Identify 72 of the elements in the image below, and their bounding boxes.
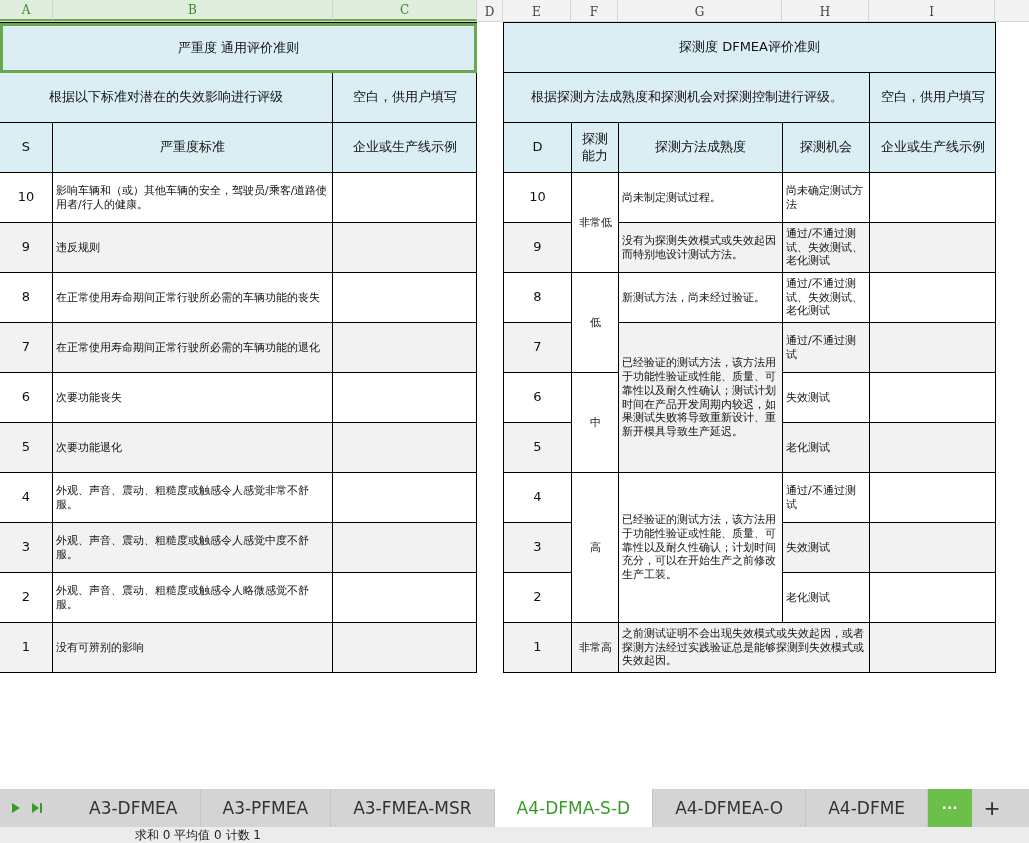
rating-cell: 9 [0,223,53,273]
column-heading: 企业或生产线示例 [333,123,477,173]
rating-cell: 2 [0,573,53,623]
rating-cell: 10 [0,173,53,223]
table-note: 空白，供用户填写 [333,73,477,123]
rating-cell: 9 [504,223,572,273]
rating-cell: 5 [0,423,53,473]
criteria-cell: 外观、声音、震动、粗糙度或触感令人感觉非常不舒服。 [53,473,333,523]
add-sheet-button[interactable]: + [972,789,1013,827]
status-text: 求和 0 平均值 0 计数 1 [135,826,261,843]
opportunity-cell: 通过/不通过测试 [783,473,870,523]
opportunity-cell: 通过/不通过测试 [783,323,870,373]
column-heading: 严重度标准 [53,123,333,173]
ability-cell: 中 [572,373,619,473]
rating-cell: 7 [0,323,53,373]
criteria-cell: 次要功能丧失 [53,373,333,423]
criteria-cell: 在正常使用寿命期间正常行驶所必需的车辆功能的丧失 [53,273,333,323]
column-heading: 探测方法成熟度 [619,123,783,173]
column-heading: 探测能力 [572,123,619,173]
rating-cell: 2 [504,573,572,623]
opportunity-cell: 失效测试 [783,523,870,573]
rating-cell: 4 [504,473,572,523]
table-title: 严重度 通用评价准则 [0,23,477,73]
rating-cell: 3 [504,523,572,573]
column-heading: 探测机会 [783,123,870,173]
table-subtitle: 根据探测方法成熟度和探测机会对探测控制进行评级。 [504,73,870,123]
column-heading: 企业或生产线示例 [870,123,996,173]
ability-cell: 非常高 [572,623,619,673]
opportunity-cell: 失效测试 [783,373,870,423]
column-header[interactable]: C [333,0,477,21]
rating-cell: 4 [0,473,53,523]
maturity-cell: 之前测试证明不会出现失效模式或失效起因，或者探测方法经过实践验证总是能够探测到失效模式或失效起因。 [619,623,870,673]
play-icon[interactable] [12,803,20,813]
column-heading: D [504,123,572,173]
rating-cell: 6 [504,373,572,423]
table-subtitle: 根据以下标准对潜在的失效影响进行评级 [0,73,333,123]
criteria-cell: 次要功能退化 [53,423,333,473]
maturity-cell: 已经验证的测试方法，该方法用于功能性验证或性能、质量、可靠性以及耐久性确认；测试计划时间在产品开发周期内较迟，如果测试失败将导致重新设计、重新开模具导致生产延迟。 [619,323,783,473]
criteria-cell: 外观、声音、震动、粗糙度或触感令人略微感觉不舒服。 [53,573,333,623]
ability-cell: 非常低 [572,173,619,273]
skip-end-icon[interactable] [32,803,43,813]
rating-cell: 5 [504,423,572,473]
rating-cell: 3 [0,523,53,573]
ability-cell: 低 [572,273,619,373]
column-header[interactable]: B [53,0,333,21]
column-header[interactable]: A [0,0,53,21]
maturity-cell: 尚未制定测试过程。 [619,173,783,223]
opportunity-cell: 老化测试 [783,423,870,473]
maturity-cell: 已经验证的测试方法，该方法用于功能性验证或性能、质量、可靠性以及耐久性确认；计划时间充分，可以在开始生产之前修改生产工装。 [619,473,783,623]
criteria-cell: 外观、声音、震动、粗糙度或触感令人感觉中度不舒服。 [53,523,333,573]
criteria-cell: 影响车辆和（或）其他车辆的安全，驾驶员/乘客/道路使用者/行人的健康。 [53,173,333,223]
rating-cell: 8 [0,273,53,323]
opportunity-cell: 通过/不通过测试、失效测试、老化测试 [783,273,870,323]
rating-cell: 8 [504,273,572,323]
opportunity-cell: 尚未确定测试方法 [783,173,870,223]
criteria-cell: 在正常使用寿命期间正常行驶所必需的车辆功能的退化 [53,323,333,373]
rating-cell: 10 [504,173,572,223]
column-heading: S [0,123,53,173]
opportunity-cell: 老化测试 [783,573,870,623]
rating-cell: 7 [504,323,572,373]
rating-cell: 1 [0,623,53,673]
table-title: 探测度 DFMEA评价准则 [504,23,996,73]
table-note: 空白，供用户填写 [870,73,996,123]
maturity-cell: 没有为探测失效模式或失效起因而特别地设计测试方法。 [619,223,783,273]
criteria-cell: 没有可辨别的影响 [53,623,333,673]
criteria-cell: 违反规则 [53,223,333,273]
rating-cell: 6 [0,373,53,423]
ability-cell: 高 [572,473,619,623]
rating-cell: 1 [504,623,572,673]
maturity-cell: 新测试方法，尚未经过验证。 [619,273,783,323]
opportunity-cell: 通过/不通过测试、失效测试、老化测试 [783,223,870,273]
sheet-tab[interactable]: A4-DFMA-S-D [494,789,654,827]
